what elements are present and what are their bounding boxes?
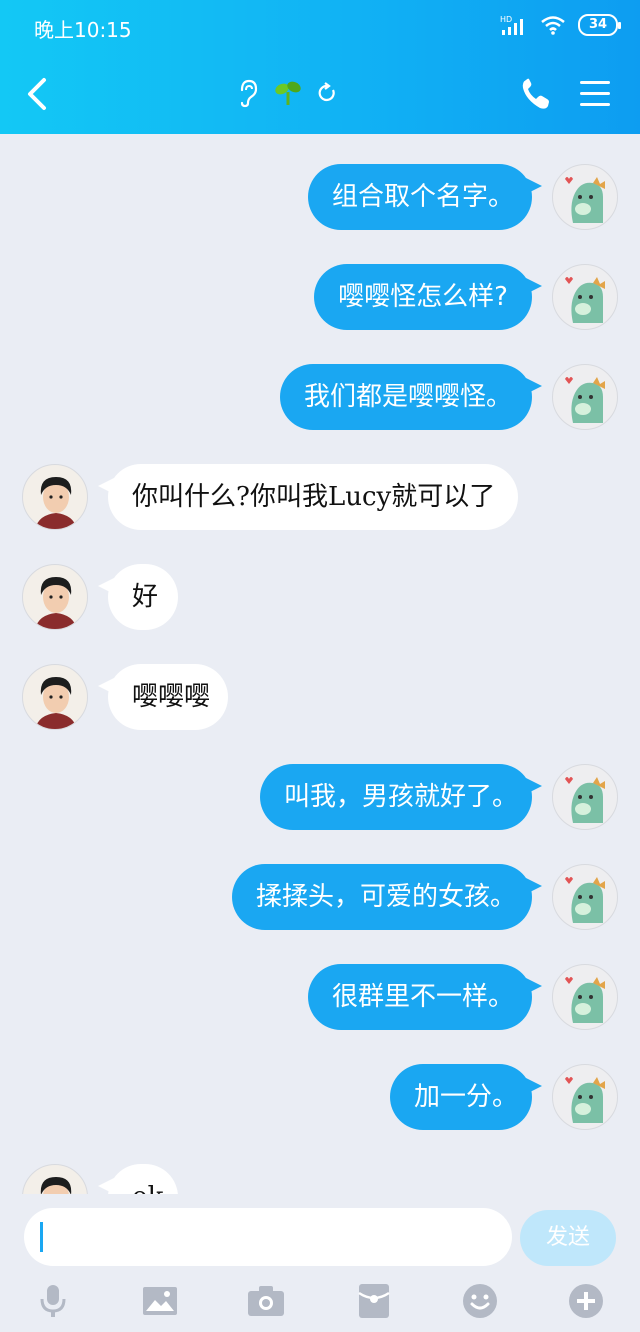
- phone-call-button[interactable]: [518, 74, 554, 114]
- back-button[interactable]: [20, 72, 54, 116]
- message-input[interactable]: [24, 1208, 512, 1266]
- incoming-bubble[interactable]: 嘤嘤嘤: [98, 664, 228, 730]
- my-avatar[interactable]: [552, 964, 618, 1030]
- battery-indicator: 34: [578, 14, 621, 36]
- outgoing-bubble[interactable]: 叫我，男孩就好了。: [260, 764, 542, 830]
- outgoing-bubble[interactable]: 嘤嘤怪怎么样?: [314, 264, 542, 330]
- refresh-icon: [318, 82, 335, 102]
- dinosaur-avatar-icon: [565, 277, 605, 323]
- outgoing-bubble[interactable]: 组合取个名字。: [308, 164, 542, 230]
- boy-avatar-icon: [35, 477, 77, 529]
- menu-button[interactable]: [578, 78, 612, 110]
- red-packet-icon: [358, 1284, 390, 1318]
- dinosaur-avatar-icon: [565, 977, 605, 1023]
- dinosaur-avatar-icon: [565, 377, 605, 423]
- boy-avatar-icon: [35, 677, 77, 729]
- outgoing-bubble[interactable]: 揉揉头，可爱的女孩。: [232, 864, 542, 930]
- contact-avatar[interactable]: [22, 1164, 88, 1194]
- dinosaur-avatar-icon: [565, 177, 605, 223]
- microphone-icon: [40, 1285, 66, 1317]
- ear-icon: [240, 79, 258, 108]
- image-icon: [143, 1287, 177, 1315]
- dinosaur-avatar-icon: [565, 877, 605, 923]
- emoji-button[interactable]: [461, 1282, 499, 1320]
- status-time: 晚上10:15: [34, 18, 132, 42]
- outgoing-bubble[interactable]: 加一分。: [390, 1064, 542, 1130]
- plus-icon: [569, 1284, 603, 1318]
- message-row: 很群里不一样。: [0, 964, 640, 1034]
- my-avatar[interactable]: [552, 1064, 618, 1130]
- wifi-icon: [541, 16, 565, 35]
- plus-button[interactable]: [567, 1282, 605, 1320]
- boy-avatar-icon: [40, 1177, 72, 1194]
- outgoing-bubble[interactable]: 我们都是嘤嘤怪。: [280, 364, 542, 430]
- chat-header: 晚上10:15 HD 34: [0, 0, 640, 134]
- dinosaur-avatar-icon: [565, 777, 605, 823]
- my-avatar[interactable]: [552, 364, 618, 430]
- camera-icon: [248, 1286, 284, 1316]
- my-avatar[interactable]: [552, 864, 618, 930]
- message-row: 你叫什么?你叫我Lucy就可以了: [0, 464, 640, 534]
- incoming-bubble[interactable]: ok: [98, 1164, 178, 1194]
- message-row: 我们都是嘤嘤怪。: [0, 364, 640, 434]
- status-indicators: HD 34: [500, 14, 621, 36]
- sprout-icon: [275, 81, 301, 105]
- red-packet-button[interactable]: [355, 1282, 393, 1320]
- my-avatar[interactable]: [552, 764, 618, 830]
- message-row: 嘤嘤怪怎么样?: [0, 264, 640, 334]
- message-row: ok: [0, 1164, 640, 1194]
- signal-icon: HD: [500, 15, 523, 35]
- outgoing-bubble[interactable]: 很群里不一样。: [308, 964, 542, 1030]
- contact-avatar[interactable]: [22, 564, 88, 630]
- message-row: 嘤嘤嘤: [0, 664, 640, 734]
- incoming-bubble[interactable]: 好: [98, 564, 178, 630]
- dinosaur-avatar-icon: [565, 1077, 605, 1123]
- incoming-bubble[interactable]: 你叫什么?你叫我Lucy就可以了: [98, 464, 518, 530]
- my-avatar[interactable]: [552, 264, 618, 330]
- microphone-button[interactable]: [34, 1282, 72, 1320]
- contact-avatar[interactable]: [22, 464, 88, 530]
- text-caret: [40, 1222, 43, 1252]
- message-row: 揉揉头，可爱的女孩。: [0, 864, 640, 934]
- contact-avatar[interactable]: [22, 664, 88, 730]
- message-list[interactable]: 组合取个名字。 嘤嘤怪怎么样? 我们都是嘤嘤怪。 你叫什么?你叫我Lucy就可以…: [0, 134, 640, 1194]
- image-button[interactable]: [141, 1282, 179, 1320]
- message-row: 加一分。: [0, 1064, 640, 1134]
- message-row: 组合取个名字。: [0, 164, 640, 234]
- input-bar: 发送: [0, 1194, 640, 1332]
- network-label: HD: [500, 15, 512, 24]
- my-avatar[interactable]: [552, 164, 618, 230]
- message-row: 叫我，男孩就好了。: [0, 764, 640, 834]
- boy-avatar-icon: [35, 577, 77, 629]
- camera-button[interactable]: [247, 1282, 285, 1320]
- message-row: 好: [0, 564, 640, 634]
- title-status-icons: [236, 78, 338, 108]
- send-button[interactable]: 发送: [520, 1210, 616, 1266]
- emoji-icon: [463, 1284, 497, 1318]
